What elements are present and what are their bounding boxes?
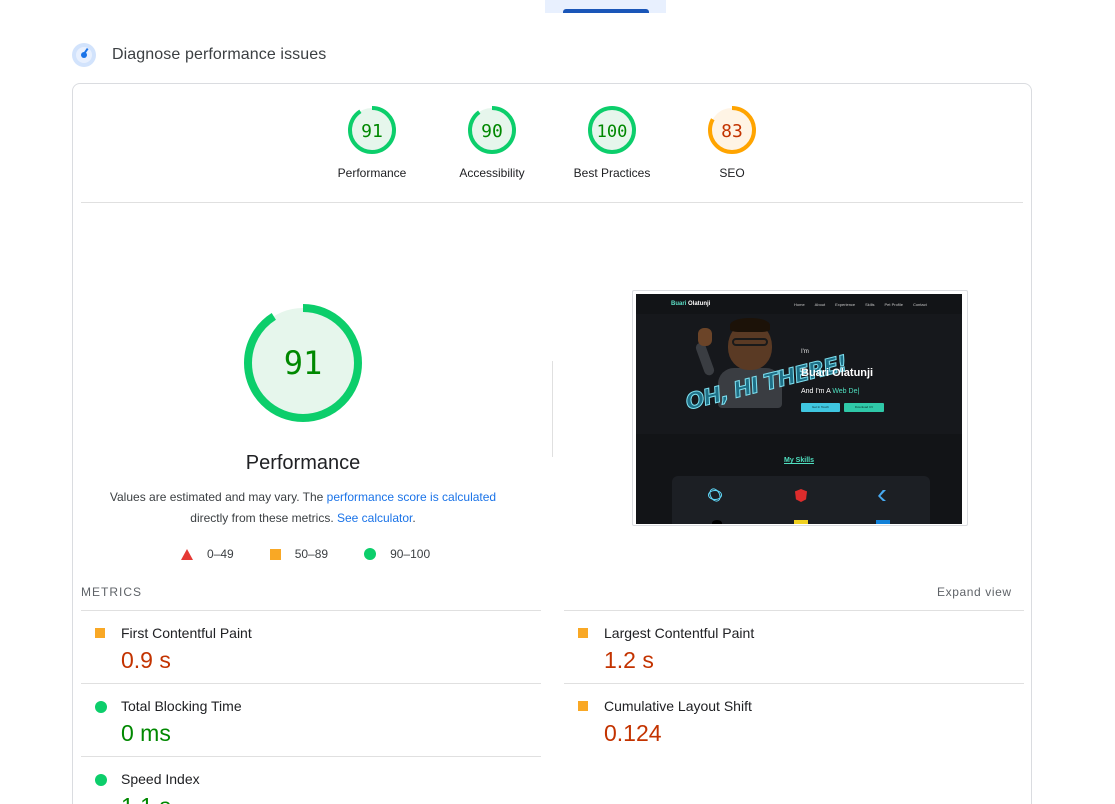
memoji-hand [698, 328, 712, 346]
metric-value: 0 ms [121, 720, 171, 746]
gauge-ring: 90 [468, 106, 516, 154]
metric-cumulative-layout-shift: Cumulative Layout Shift 0.124 [564, 683, 1024, 756]
gauge-performance[interactable]: 91 Performance [317, 104, 427, 180]
expand-view-toggle[interactable]: Expand view [937, 585, 1012, 599]
screenshot-name: Buari Olatunji [801, 367, 874, 379]
metrics-right-column: Largest Contentful Paint 1.2 s Cumulativ… [564, 610, 1024, 756]
skill-icon [876, 520, 890, 524]
orange-square-icon [578, 701, 588, 711]
gauge-seo[interactable]: 83 SEO [677, 104, 787, 180]
metric-name: Largest Contentful Paint [604, 625, 755, 641]
legend-range: 0–49 [207, 547, 234, 561]
gauge-ring: 100 [588, 106, 636, 154]
vertical-divider [552, 361, 553, 457]
divider [81, 202, 1023, 203]
score-calculated-link[interactable]: performance score is calculated [327, 490, 496, 504]
screenshot-download-cv-button: Download CV [844, 403, 884, 412]
screenshot-tagline: And I'm A Web De| [801, 388, 860, 395]
metric-total-blocking-time: Total Blocking Time 0 ms [81, 683, 541, 756]
gauge-score: 90 [481, 121, 503, 142]
legend-item-pass: 90–100 [364, 547, 430, 561]
gauge-score: 83 [721, 121, 743, 142]
orange-square-icon [578, 628, 588, 638]
metric-name: First Contentful Paint [121, 625, 252, 641]
gauge-label: SEO [719, 166, 745, 180]
performance-gauge-large: 91 [243, 303, 363, 428]
gauge-best-practices[interactable]: 100 Best Practices [557, 104, 667, 180]
description-text: . [412, 511, 416, 525]
performance-description: Values are estimated and may vary. The p… [103, 487, 503, 529]
screenshot-skills-heading: My Skills [784, 457, 814, 464]
legend-item-fail: 0–49 [181, 547, 234, 561]
metric-name: Cumulative Layout Shift [604, 698, 752, 714]
red-triangle-icon [181, 548, 193, 560]
skill-icon [794, 520, 808, 524]
score-legend: 0–49 50–89 90–100 [181, 547, 466, 561]
metric-value: 0.124 [604, 720, 662, 746]
description-text: Values are estimated and may vary. The [109, 490, 327, 504]
metrics-left-column: First Contentful Paint 0.9 s Total Block… [81, 610, 541, 804]
skill-icon [712, 520, 722, 524]
metric-speed-index: Speed Index 1.1 s [81, 756, 541, 804]
section-header: Diagnose performance issues [72, 43, 326, 67]
metric-name: Total Blocking Time [121, 698, 242, 714]
screenshot-nav: Buari Olatunji Home About Experience Skills… [636, 294, 962, 314]
memoji-glasses [732, 338, 768, 346]
metric-name: Speed Index [121, 771, 200, 787]
green-circle-icon [364, 548, 377, 560]
screenshot-get-in-touch-button: Get In Touch [801, 403, 840, 412]
screenshot-image: Buari Olatunji Home About Experience Skills… [636, 294, 962, 524]
legend-item-average: 50–89 [269, 547, 329, 561]
screenshot-intro: I'm [801, 349, 809, 355]
metric-first-contentful-paint: First Contentful Paint 0.9 s [81, 610, 541, 683]
active-tab-indicator [563, 9, 649, 13]
gauge-accessibility[interactable]: 90 Accessibility [437, 104, 547, 180]
description-text: directly from these metrics. [190, 511, 337, 525]
gauge-label: Performance [337, 166, 407, 180]
gauge-label: Accessibility [459, 166, 525, 180]
score-gauges: 91 Performance 90 Accessibility 100 Best… [73, 104, 1031, 194]
gauge-ring: 91 [348, 106, 396, 154]
metric-largest-contentful-paint: Largest Contentful Paint 1.2 s [564, 610, 1024, 683]
gauge-score: 100 [597, 122, 628, 142]
performance-heading: Performance [245, 452, 361, 474]
memoji-hair [730, 318, 770, 332]
legend-range: 90–100 [390, 547, 431, 561]
large-gauge-score: 91 [284, 344, 323, 382]
performance-gauge-icon [72, 43, 96, 67]
section-title: Diagnose performance issues [112, 46, 327, 63]
final-screenshot[interactable]: Buari Olatunji Home About Experience Skills… [632, 290, 968, 526]
metric-value: 1.1 s [121, 793, 171, 804]
green-circle-icon [95, 701, 107, 713]
metric-value: 1.2 s [604, 647, 654, 673]
gauge-label: Best Practices [573, 166, 651, 180]
large-gauge-ring: 91 [244, 304, 362, 422]
report-card: 91 Performance 90 Accessibility 100 Best… [72, 83, 1032, 804]
legend-range: 50–89 [294, 547, 329, 561]
screenshot-brand: Buari Olatunji [671, 301, 711, 307]
metrics-label: METRICS [81, 585, 142, 599]
metric-value: 0.9 s [121, 647, 171, 673]
green-circle-icon [95, 774, 107, 786]
gauge-score: 91 [361, 121, 383, 142]
orange-square-icon [269, 548, 281, 560]
gauge-ring: 83 [708, 106, 756, 154]
see-calculator-link[interactable]: See calculator [337, 511, 412, 525]
screenshot-nav-links: Home About Experience Skills Pet Profile Cont… [794, 302, 927, 307]
orange-square-icon [95, 628, 105, 638]
